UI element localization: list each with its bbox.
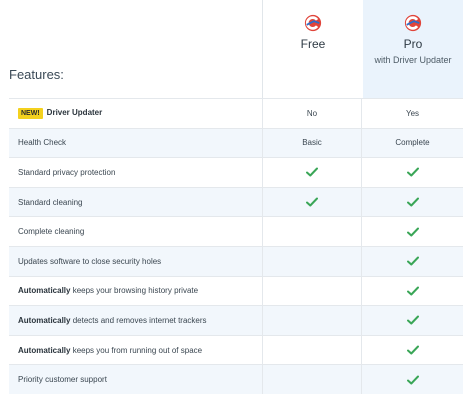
feature-label: Automatically keeps you from running out…	[9, 346, 262, 355]
feature-row: Standard cleaning	[9, 186, 463, 217]
feature-label: Automatically detects and removes intern…	[9, 316, 262, 325]
free-cell	[262, 335, 362, 365]
features-title: Features:	[9, 67, 64, 82]
feature-row: Automatically keeps you from running out…	[9, 334, 463, 365]
pro-cell: Complete	[362, 129, 463, 158]
free-cell	[262, 187, 362, 217]
plan-name-free: Free	[300, 37, 326, 51]
feature-label-text: detects and removes internet trackers	[70, 315, 207, 325]
feature-row: Health Check Basic Complete	[9, 127, 463, 158]
feature-label-text: keeps your browsing history private	[70, 286, 199, 296]
ccleaner-logo-icon	[404, 14, 422, 32]
free-cell	[262, 217, 362, 246]
feature-row: Standard privacy protection	[9, 157, 463, 187]
feature-label: Standard privacy protection	[9, 168, 262, 177]
checkmark-icon	[406, 227, 419, 237]
free-cell	[262, 158, 362, 187]
free-cell	[262, 365, 362, 394]
checkmark-icon	[306, 167, 318, 177]
pro-cell	[362, 217, 463, 246]
feature-row: Updates software to close security holes	[9, 245, 463, 276]
plan-column-pro: Pro with Driver Updater	[363, 0, 463, 98]
feature-label-text: Complete cleaning	[18, 227, 85, 237]
feature-row: NEW! Driver Updater No Yes	[9, 98, 463, 128]
comparison-header: Features: Free Pro with Driver Updater	[0, 0, 463, 98]
feature-label: Health Check	[9, 138, 262, 147]
feature-label: Standard cleaning	[9, 198, 262, 207]
plan-subtitle-pro: with Driver Updater	[374, 55, 452, 65]
feature-label-text: Standard privacy protection	[18, 167, 116, 177]
comparison-page: Features: Free Pro with Driver Updater N…	[0, 0, 463, 400]
feature-label-bold: Automatically	[18, 286, 71, 296]
pro-cell	[362, 277, 463, 306]
pro-cell	[362, 365, 463, 394]
checkmark-icon	[406, 167, 419, 177]
feature-label-text: Standard cleaning	[18, 197, 83, 207]
checkmark-icon	[406, 256, 419, 266]
feature-label-text: Priority customer support	[18, 375, 107, 385]
pro-cell	[362, 247, 463, 276]
feature-table: NEW! Driver Updater No Yes Health Check Basic…	[9, 98, 463, 394]
checkmark-icon	[406, 345, 419, 355]
feature-label-bold: Driver Updater	[46, 107, 103, 117]
checkmark-icon	[306, 197, 318, 207]
checkmark-icon	[406, 315, 419, 325]
feature-row: Complete cleaning	[9, 216, 463, 246]
feature-label-text: Health Check	[18, 138, 67, 148]
feature-label: Updates software to close security holes	[9, 257, 262, 266]
free-cell	[262, 246, 362, 276]
checkmark-icon	[406, 197, 419, 207]
free-cell	[262, 276, 362, 306]
checkmark-icon	[406, 375, 419, 385]
ccleaner-logo-icon	[304, 14, 322, 32]
pro-value: Yes	[405, 108, 420, 118]
free-cell: No	[262, 99, 362, 128]
free-cell: Basic	[262, 128, 362, 158]
pro-cell	[362, 306, 463, 335]
plan-name-pro: Pro	[403, 37, 423, 51]
free-value: Basic	[302, 138, 322, 148]
pro-cell: Yes	[362, 99, 463, 128]
plan-column-free: Free	[262, 0, 364, 98]
feature-label-text: Updates software to close security holes	[18, 256, 162, 266]
pro-cell	[362, 158, 463, 187]
checkmark-icon	[406, 286, 419, 296]
feature-label: Priority customer support	[9, 375, 262, 384]
free-cell	[262, 306, 362, 335]
feature-label-bold: Automatically	[18, 345, 71, 355]
feature-label: Complete cleaning	[9, 227, 262, 236]
feature-row: Automatically keeps your browsing histor…	[9, 275, 463, 306]
feature-row: Automatically detects and removes intern…	[9, 305, 463, 335]
feature-label: NEW! Driver Updater	[9, 107, 262, 119]
feature-label-bold: Automatically	[18, 315, 71, 325]
new-badge: NEW!	[18, 107, 43, 119]
pro-cell	[362, 188, 463, 217]
feature-label-text: keeps you from running out of space	[70, 345, 203, 355]
feature-row: Priority customer support	[9, 364, 463, 394]
feature-label: Automatically keeps your browsing histor…	[9, 286, 262, 295]
free-value: No	[306, 108, 318, 118]
pro-value: Complete	[395, 138, 430, 148]
pro-cell	[362, 336, 463, 365]
